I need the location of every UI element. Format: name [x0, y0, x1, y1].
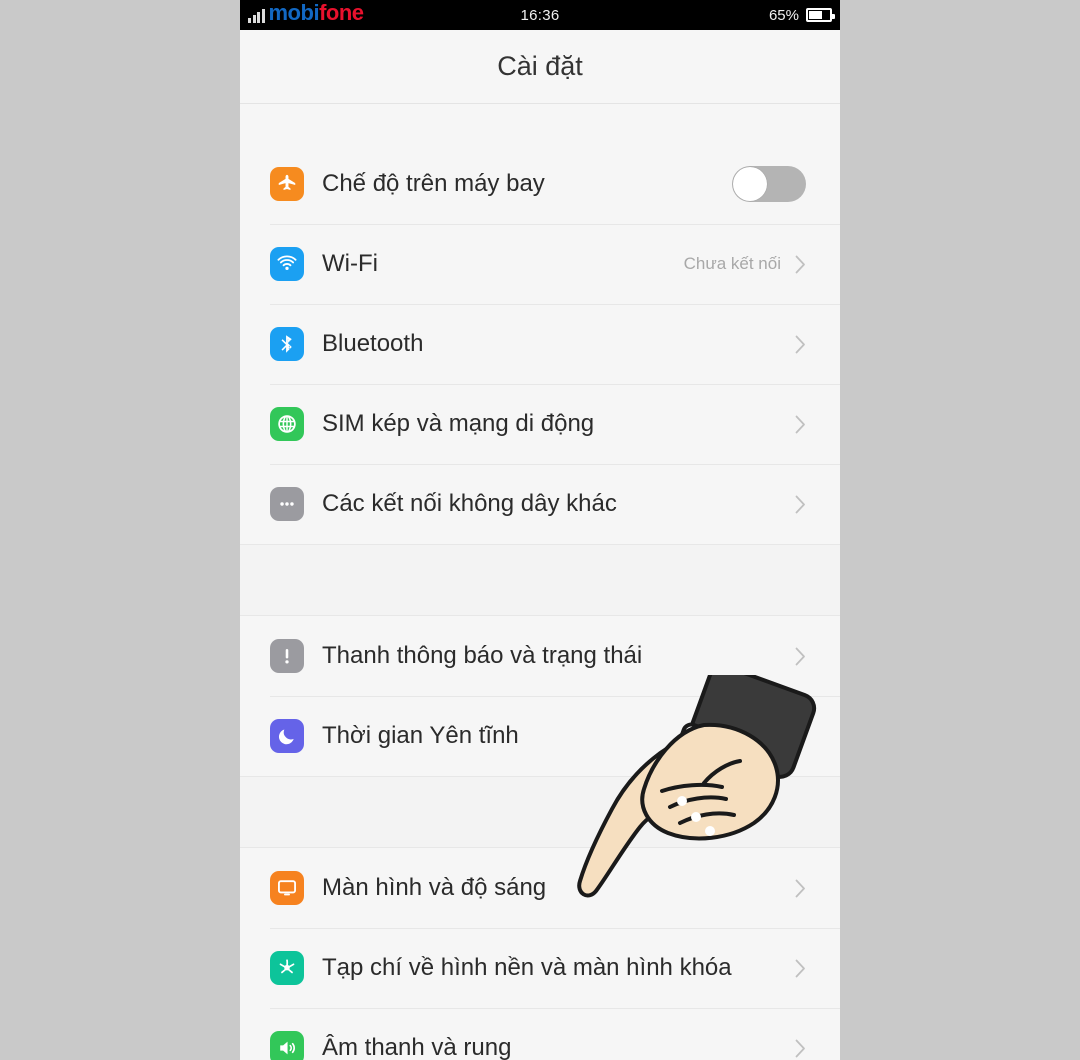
settings-row-wifi[interactable]: Wi-Fi Chưa kết nối — [240, 224, 840, 304]
chevron-right-icon — [795, 727, 806, 746]
wifi-icon — [270, 247, 304, 281]
status-bar: mobifone 16:36 65% — [240, 0, 840, 30]
moon-icon — [270, 719, 304, 753]
group-separator — [240, 776, 840, 848]
page-title: Cài đặt — [497, 51, 583, 81]
settings-row-notification-and-status-bar[interactable]: Thanh thông báo và trạng thái — [240, 616, 840, 696]
settings-row-label: Các kết nối không dây khác — [322, 490, 617, 517]
chevron-right-icon — [795, 415, 806, 434]
settings-row-sound-and-vibration[interactable]: Âm thanh và rung — [240, 1008, 840, 1060]
airplane-mode-toggle[interactable] — [732, 166, 806, 202]
status-bar-right: 65% — [768, 6, 835, 24]
phone-screen: mobifone 16:36 65% Cài đặt Chế độ trên m… — [240, 0, 840, 1060]
display-icon — [270, 871, 304, 905]
settings-row-label: Chế độ trên máy bay — [322, 170, 545, 197]
airplane-icon — [270, 167, 304, 201]
title-bar: Cài đặt — [240, 30, 840, 104]
battery-icon — [806, 8, 835, 22]
globe-icon — [270, 407, 304, 441]
settings-row-airplane-mode[interactable]: Chế độ trên máy bay — [240, 144, 840, 224]
toggle-knob — [733, 167, 767, 201]
chevron-right-icon — [795, 879, 806, 898]
chevron-right-icon — [795, 647, 806, 666]
battery-percent-label: 65% — [768, 6, 799, 24]
settings-row-wallpaper-and-lockscreen-magazine[interactable]: Tạp chí về hình nền và màn hình khóa — [240, 928, 840, 1008]
settings-row-label: Wi-Fi — [322, 250, 378, 277]
exclamation-icon — [270, 639, 304, 673]
settings-row-other-wireless-connections[interactable]: Các kết nối không dây khác — [240, 464, 840, 544]
settings-row-label: Thời gian Yên tĩnh — [322, 722, 519, 749]
settings-row-display-and-brightness[interactable]: Màn hình và độ sáng — [240, 848, 840, 928]
ellipsis-icon — [270, 487, 304, 521]
group-separator — [240, 544, 840, 616]
chevron-right-icon — [795, 335, 806, 354]
settings-row-value: Chưa kết nối — [683, 254, 781, 273]
settings-row-quiet-time[interactable]: Thời gian Yên tĩnh — [240, 696, 840, 776]
settings-row-dual-sim-mobile-network[interactable]: SIM kép và mạng di động — [240, 384, 840, 464]
settings-row-label: Âm thanh và rung — [322, 1034, 512, 1060]
screenshot-stage: mobifone 16:36 65% Cài đặt Chế độ trên m… — [0, 0, 1080, 1060]
chevron-right-icon — [795, 1039, 806, 1058]
speaker-icon — [270, 1031, 304, 1060]
list-top-spacer — [240, 104, 840, 144]
status-bar-clock: 16:36 — [520, 6, 560, 24]
chevron-right-icon — [795, 959, 806, 978]
settings-list: Chế độ trên máy bay Wi-Fi Chưa kết nối Blue… — [240, 104, 840, 1060]
settings-row-label: Thanh thông báo và trạng thái — [322, 642, 643, 669]
settings-row-label: Bluetooth — [322, 330, 424, 357]
settings-group: Thanh thông báo và trạng thái Thời gian Y… — [240, 616, 840, 776]
chevron-right-icon — [795, 495, 806, 514]
settings-row-label: SIM kép và mạng di động — [322, 410, 595, 437]
settings-group: Màn hình và độ sáng Tạp chí về hình nền v… — [240, 848, 840, 1060]
settings-row-bluetooth[interactable]: Bluetooth — [240, 304, 840, 384]
settings-group: Chế độ trên máy bay Wi-Fi Chưa kết nối Blue… — [240, 144, 840, 544]
settings-row-label: Màn hình và độ sáng — [322, 874, 547, 901]
bluetooth-icon — [270, 327, 304, 361]
flower-icon — [270, 951, 304, 985]
settings-row-label: Tạp chí về hình nền và màn hình khóa — [322, 954, 732, 981]
chevron-right-icon — [795, 255, 806, 274]
